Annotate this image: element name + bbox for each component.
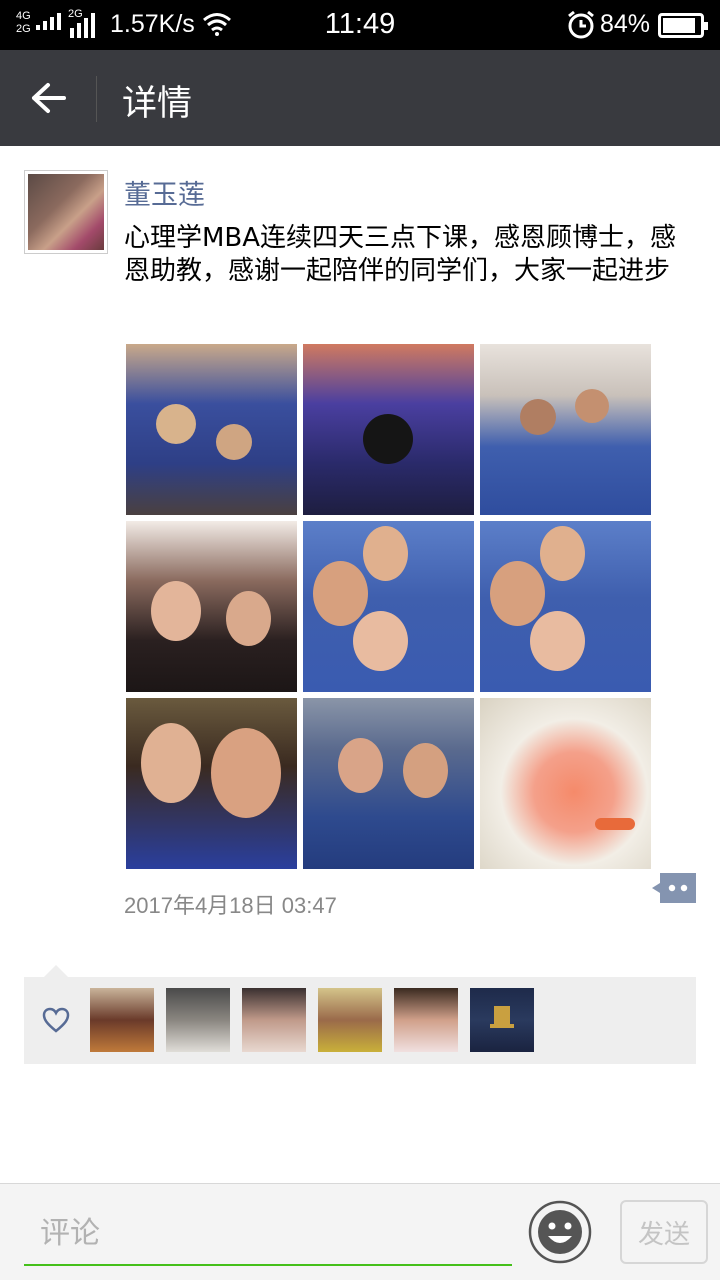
likes-panel	[24, 977, 696, 1064]
comment-bar: 发送	[0, 1183, 720, 1280]
post-timestamp: 2017年4月18日 03:47	[124, 893, 337, 918]
author-name[interactable]: 董玉莲	[124, 173, 205, 212]
photo-2[interactable]	[303, 344, 474, 515]
send-button[interactable]: 发送	[620, 1200, 708, 1264]
photo-8[interactable]	[303, 698, 474, 869]
liker-avatar-5[interactable]	[394, 988, 458, 1052]
comment-input[interactable]	[24, 1202, 512, 1266]
smiley-icon	[528, 1200, 592, 1264]
emoji-button[interactable]	[528, 1200, 592, 1264]
comment-more-button[interactable]	[652, 873, 696, 903]
comment-bubble-icon	[652, 873, 696, 903]
liker-avatar-4[interactable]	[318, 988, 382, 1052]
photo-4[interactable]	[126, 521, 297, 692]
battery-percent: 84%	[600, 10, 651, 38]
post-text: 心理学MBA连续四天三点下课，感恩顾博士，感恩助教，感谢一起陪伴的同学们，大家一…	[124, 223, 677, 286]
photo-7[interactable]	[126, 698, 297, 869]
status-bar: 4G 2G 2G 1.57K/s 11:49 84%	[0, 0, 720, 50]
battery-icon	[658, 13, 708, 38]
title-bar: 详情	[0, 50, 720, 146]
page-title: 详情	[122, 84, 193, 124]
back-arrow-icon	[32, 83, 66, 113]
photo-5[interactable]	[303, 521, 474, 692]
liker-avatar-2[interactable]	[166, 988, 230, 1052]
author-avatar[interactable]	[24, 170, 108, 254]
photo-3[interactable]	[480, 344, 651, 515]
alarm-icon	[566, 10, 596, 45]
photo-6[interactable]	[480, 521, 651, 692]
title-divider	[96, 76, 97, 122]
photo-9[interactable]	[480, 698, 651, 869]
liker-avatar-6[interactable]	[470, 988, 534, 1052]
photo-grid	[126, 344, 651, 869]
photo-1[interactable]	[126, 344, 297, 515]
liker-avatar-1[interactable]	[90, 988, 154, 1052]
heart-icon	[42, 1007, 70, 1037]
liker-avatar-3[interactable]	[242, 988, 306, 1052]
likes-pointer	[44, 965, 68, 977]
logo-icon	[490, 1006, 514, 1028]
back-button[interactable]	[20, 72, 76, 124]
